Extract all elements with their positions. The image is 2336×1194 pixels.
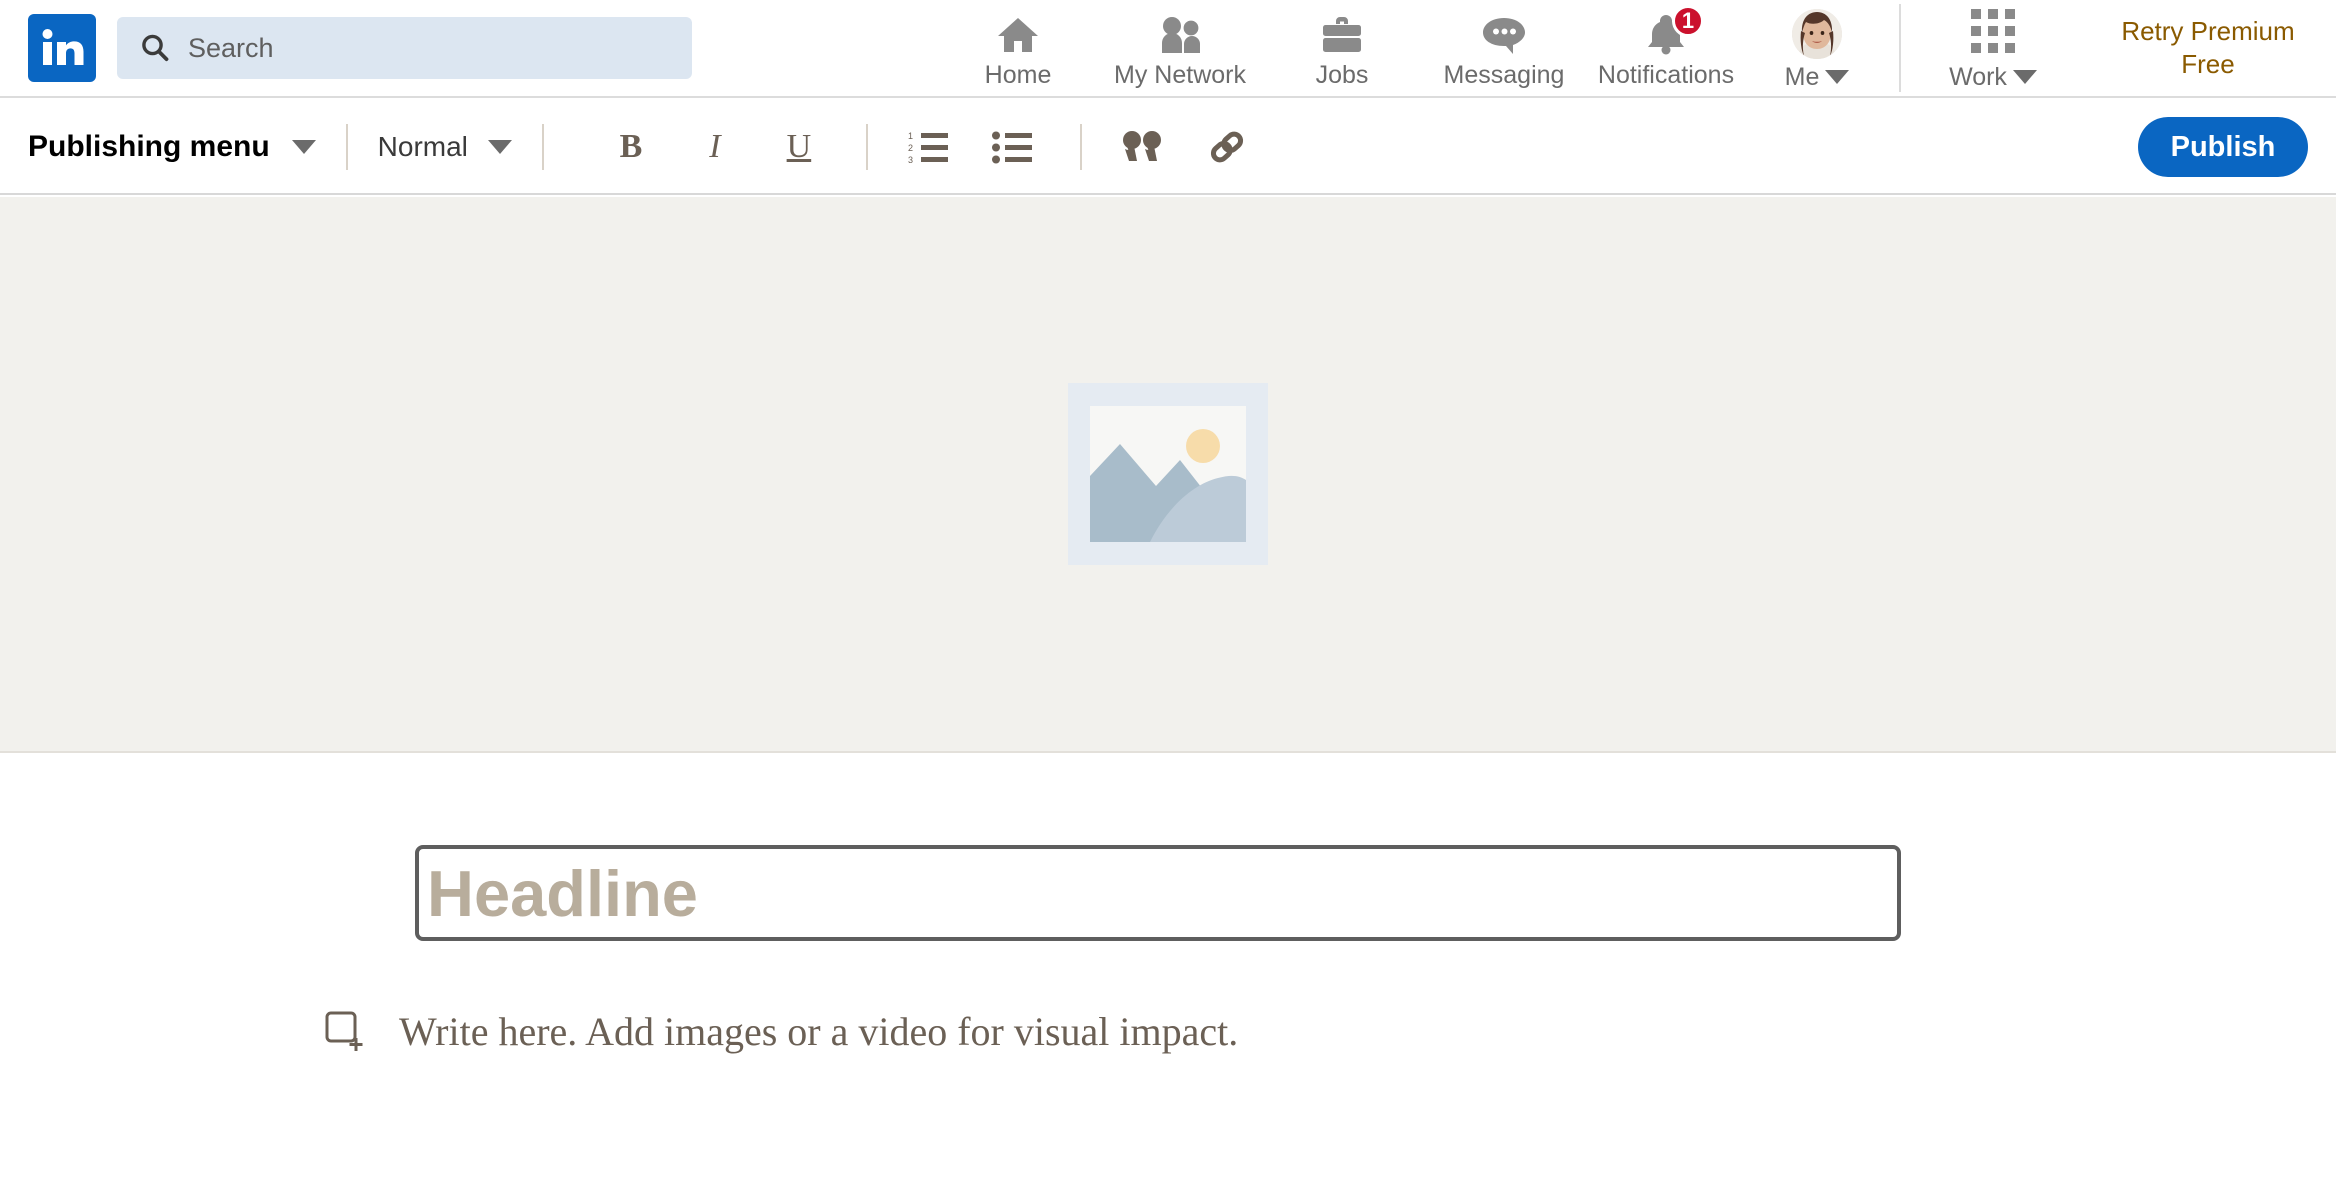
- premium-line-2: Free: [2181, 49, 2235, 79]
- premium-line-1: Retry Premium: [2121, 15, 2295, 46]
- image-placeholder-icon: [1068, 383, 1268, 565]
- nav-divider: [1899, 4, 1901, 92]
- nav-item-my-network[interactable]: My Network: [1099, 0, 1261, 97]
- article-body-row: Write here. Add images or a video for vi…: [325, 1008, 1238, 1055]
- search-box[interactable]: [117, 17, 692, 79]
- nav-label-work: Work: [1949, 62, 2007, 91]
- bold-button[interactable]: B: [600, 116, 662, 178]
- text-style-label: Normal: [377, 130, 468, 162]
- nav-item-home[interactable]: Home: [937, 0, 1099, 97]
- retry-premium-free-link[interactable]: Retry Premium Free: [2103, 15, 2313, 82]
- nav-item-notifications[interactable]: 1 Notifications: [1585, 0, 1747, 97]
- search-icon: [139, 32, 171, 64]
- home-icon: [996, 13, 1040, 55]
- chevron-down-icon: [2012, 70, 2037, 84]
- nav-item-jobs[interactable]: Jobs: [1261, 0, 1423, 97]
- italic-button[interactable]: I: [684, 116, 746, 178]
- svg-text:2: 2: [908, 143, 913, 153]
- list-format-group: 1 2 3: [898, 116, 1044, 178]
- bullet-list-icon[interactable]: [982, 116, 1044, 178]
- nav-item-me[interactable]: Me: [1757, 0, 1877, 97]
- nav-label-messaging: Messaging: [1443, 60, 1565, 89]
- message-bubble-icon: [1480, 13, 1528, 55]
- article-editor-body: Write here. Add images or a video for vi…: [0, 755, 2336, 1194]
- search-input[interactable]: [188, 32, 648, 64]
- briefcase-icon: [1320, 13, 1364, 55]
- chevron-down-icon: [291, 139, 316, 154]
- link-icon[interactable]: [1196, 116, 1258, 178]
- nav-label-home: Home: [984, 60, 1052, 89]
- insert-group: [1112, 116, 1258, 178]
- nav-label-notifications: Notifications: [1597, 60, 1735, 89]
- toolbar-divider: [345, 123, 348, 170]
- toolbar-divider: [541, 123, 544, 170]
- nav-label-my-network: My Network: [1114, 60, 1246, 89]
- avatar: [1792, 8, 1842, 59]
- svg-text:3: 3: [908, 155, 913, 164]
- publish-button[interactable]: Publish: [2138, 117, 2308, 177]
- cover-image-upload-area[interactable]: [0, 197, 2336, 753]
- global-navigation-bar: Home My Network Jobs: [0, 0, 2336, 98]
- headline-field[interactable]: [415, 845, 1901, 941]
- body-placeholder-text[interactable]: Write here. Add images or a video for vi…: [399, 1008, 1238, 1055]
- editor-toolbar: Publishing menu Normal B I U 1 2 3 Publi…: [0, 100, 2336, 195]
- text-format-group: B I U: [600, 116, 830, 178]
- linkedin-logo[interactable]: [28, 14, 96, 82]
- bell-icon: 1: [1644, 4, 1704, 55]
- nav-item-messaging[interactable]: Messaging: [1423, 0, 1585, 97]
- svg-text:1: 1: [908, 131, 913, 141]
- nav-label-me: Me: [1784, 62, 1820, 91]
- grid-icon: [1971, 8, 2015, 53]
- toolbar-divider: [1079, 123, 1082, 170]
- nav-label-jobs: Jobs: [1315, 60, 1369, 89]
- headline-input[interactable]: [427, 855, 1897, 931]
- toolbar-divider: [865, 123, 868, 170]
- publishing-menu-label: Publishing menu: [28, 129, 270, 163]
- nav-items-group: Home My Network Jobs Messaging 1 Notific…: [937, 0, 1747, 97]
- chevron-down-icon: [1825, 70, 1850, 84]
- underline-button[interactable]: U: [768, 116, 830, 178]
- numbered-list-icon[interactable]: 1 2 3: [898, 116, 960, 178]
- add-media-icon[interactable]: [325, 1011, 367, 1053]
- people-icon: [1157, 13, 1203, 55]
- nav-item-work[interactable]: Work: [1923, 0, 2063, 97]
- chevron-down-icon: [487, 139, 512, 154]
- notifications-badge: 1: [1672, 4, 1704, 37]
- text-style-dropdown[interactable]: Normal: [378, 131, 512, 163]
- quote-icon[interactable]: [1112, 116, 1174, 178]
- publishing-menu-dropdown[interactable]: Publishing menu: [28, 130, 316, 164]
